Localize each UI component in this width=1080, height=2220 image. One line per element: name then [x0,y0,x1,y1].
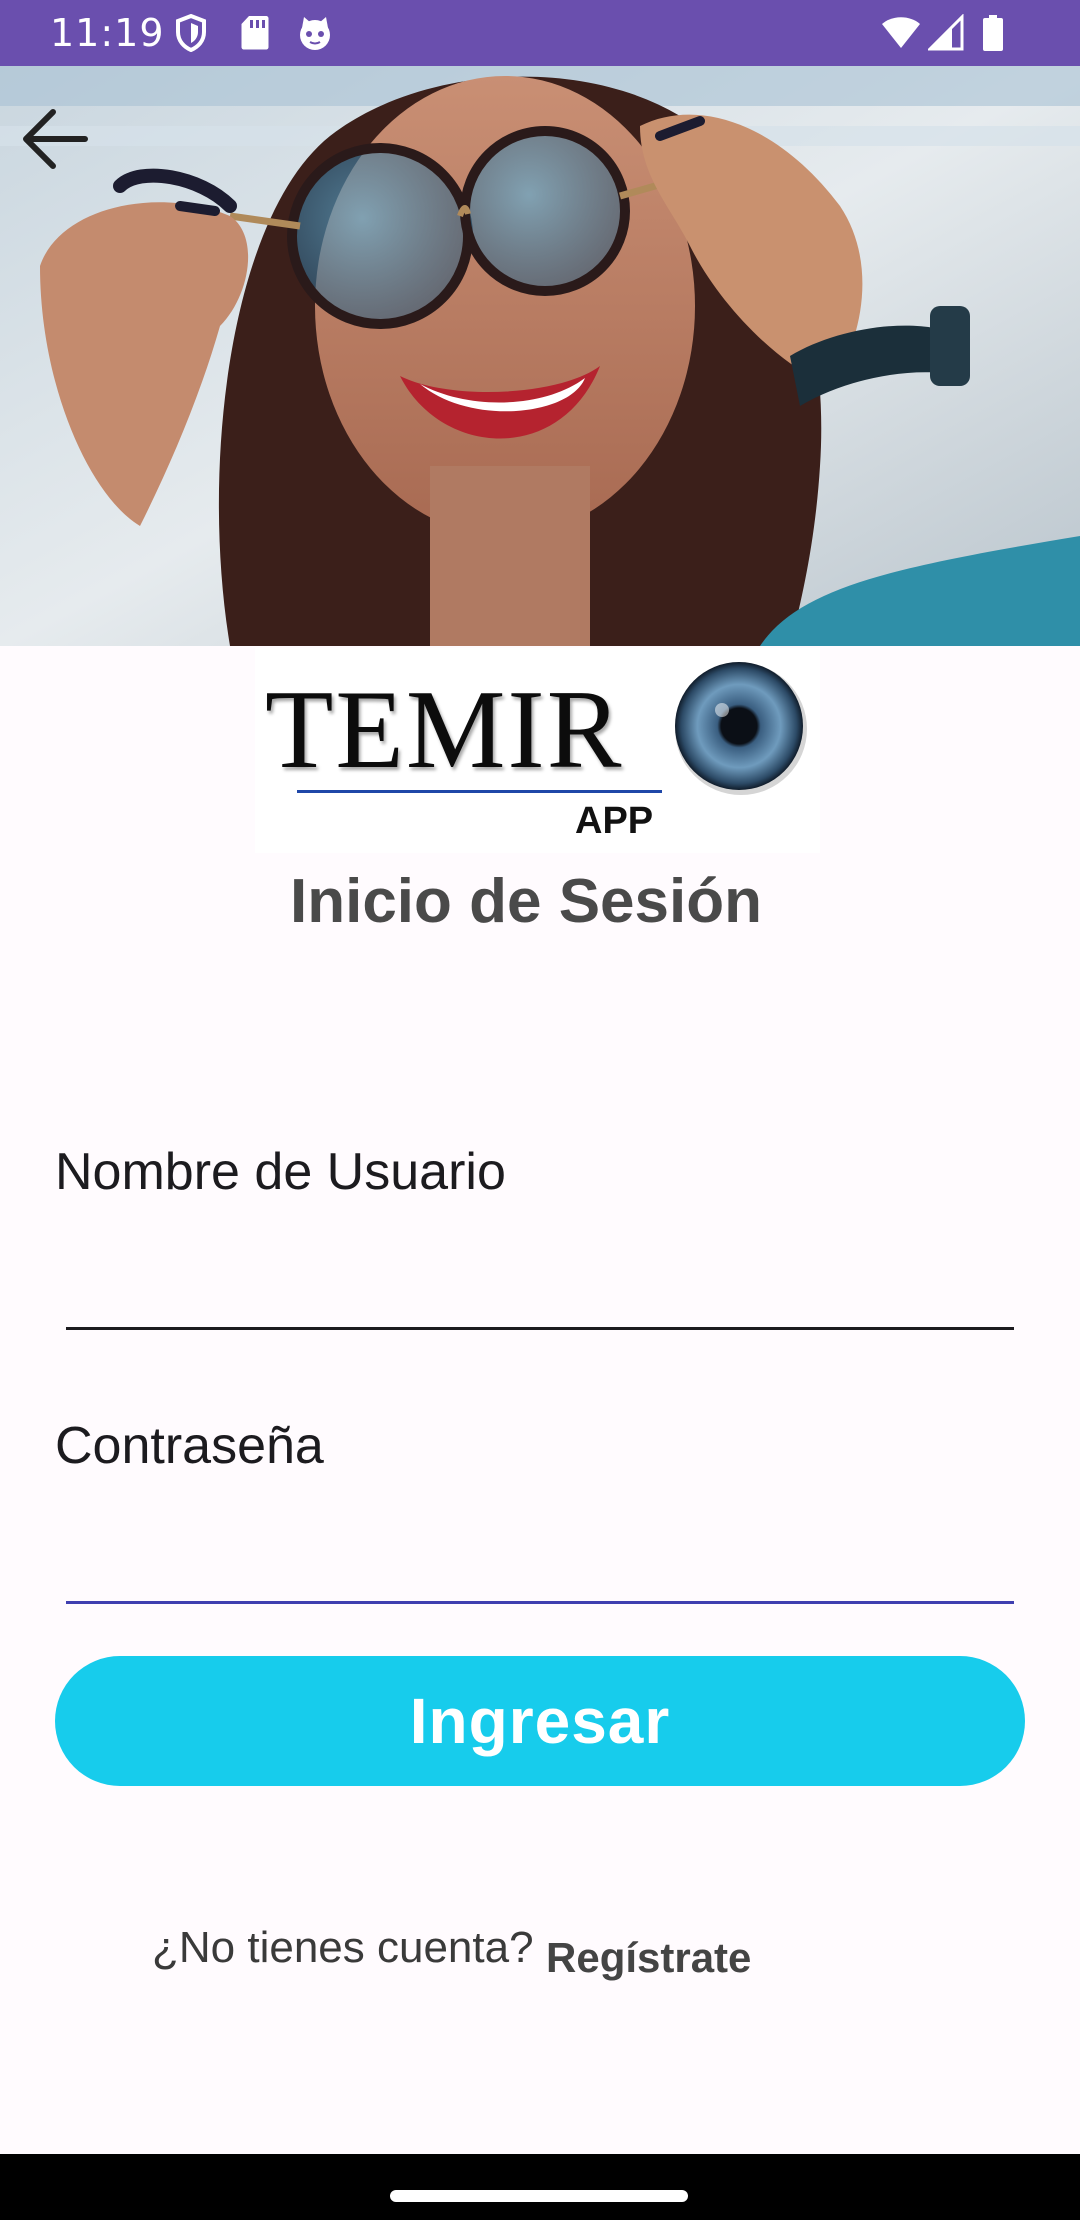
password-label: Contraseña [55,1417,324,1475]
shield-icon [175,14,207,52]
status-bar: 11:19 [0,0,1080,66]
username-label: Nombre de Usuario [55,1143,506,1201]
username-input[interactable] [66,1252,1014,1322]
hero-photo [0,66,1080,646]
wifi-icon [880,14,922,52]
logo-subtitle: APP [575,800,654,842]
username-underline [66,1327,1014,1330]
cat-face-icon [296,14,334,52]
login-button[interactable]: Ingresar [55,1656,1025,1786]
register-prompt: ¿No tienes cuenta? [152,1923,534,1972]
arrow-back-icon [23,109,88,169]
login-screen: 11:19 TEMIR APP Inicio de Sesión Nombre … [0,0,1080,2220]
back-button[interactable] [10,94,100,184]
register-link[interactable]: Regístrate [546,1930,751,1986]
home-gesture-handle[interactable] [390,2190,688,2202]
app-logo: TEMIR APP [255,648,820,853]
password-input[interactable] [66,1526,1014,1596]
status-time: 11:19 [50,11,165,55]
sd-card-icon [240,14,270,52]
eye-iris-icon [675,662,807,795]
battery-icon [982,14,1004,52]
page-title: Inicio de Sesión [290,867,762,936]
logo-wordmark: TEMIR [265,668,624,792]
cellular-signal-icon [928,14,964,52]
navigation-bar [0,2154,1080,2220]
password-underline [66,1601,1014,1604]
logo-underline [297,790,662,793]
